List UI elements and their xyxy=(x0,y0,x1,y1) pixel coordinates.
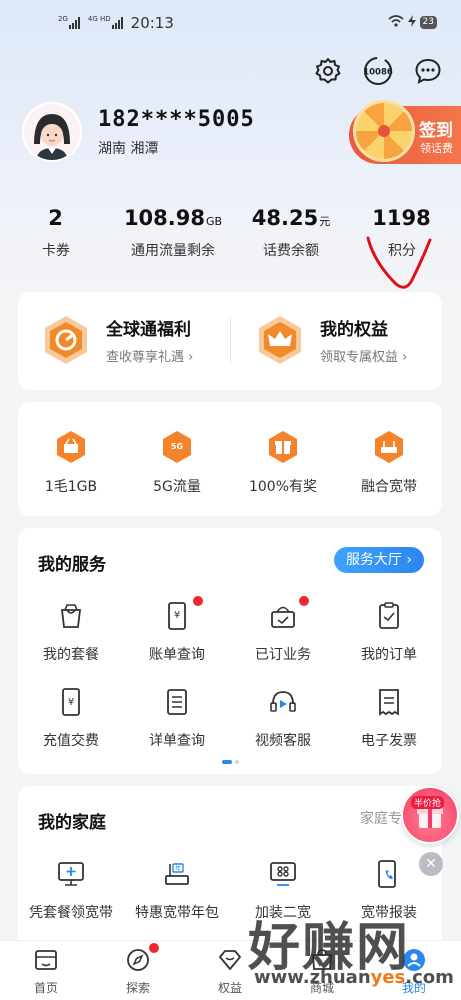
service-item[interactable]: ¥ 账单查询 xyxy=(124,596,230,664)
notification-dot xyxy=(149,943,159,953)
signal-4g-icon: 4G HD xyxy=(88,15,123,29)
clock: 20:13 xyxy=(130,14,174,32)
globe-badge-icon xyxy=(40,314,92,366)
promo-float-button[interactable]: 半价抢 xyxy=(401,786,459,844)
quick-item[interactable]: 1毛1GB xyxy=(18,430,124,496)
tab-mine[interactable]: 我的 xyxy=(368,947,460,996)
wifi-icon xyxy=(388,15,404,30)
charging-icon xyxy=(407,15,416,30)
account-stats: 2 卡券 108.98GB 通用流量剩余 48.25元 话费余额 1198 积分 xyxy=(0,206,461,266)
tab-home[interactable]: 首页 xyxy=(0,947,92,996)
prize-wheel-icon xyxy=(353,100,415,162)
divider xyxy=(230,318,231,364)
crown-badge-icon xyxy=(254,314,306,366)
home-icon xyxy=(33,947,59,973)
svg-text:年: 年 xyxy=(175,865,181,873)
5g-icon: 5G xyxy=(160,430,194,464)
diamond-icon xyxy=(217,947,243,973)
battery-icon: 23 xyxy=(419,16,437,29)
page-indicator xyxy=(222,760,239,764)
my-family-card: 我的家庭 家庭专 凭套餐领宽带 年 特惠宽带年包 加装二宽 宽带报装 xyxy=(18,786,442,956)
bottom-tab-bar: 首页 探索 权益 商城 我的 xyxy=(0,940,461,1000)
service-item[interactable]: 我的套餐 xyxy=(18,600,124,664)
quick-item[interactable]: 100%有奖 xyxy=(230,430,336,496)
family-item[interactable]: 凭套餐领宽带 xyxy=(18,858,124,922)
video-support-icon xyxy=(267,686,299,718)
bag-icon xyxy=(55,600,87,632)
service-item[interactable]: 详单查询 xyxy=(124,686,230,750)
signal-2g-icon: 2G xyxy=(58,15,80,29)
family-item[interactable]: 加装二宽 xyxy=(230,858,336,922)
router-year-icon: 年 xyxy=(161,858,193,890)
stat-balance[interactable]: 48.25元 话费余额 xyxy=(243,206,339,260)
region-label: 湖南 湘潭 xyxy=(98,140,159,157)
service-item[interactable]: 已订业务 xyxy=(230,596,336,664)
svg-text:¥: ¥ xyxy=(68,697,74,708)
welfare-global[interactable]: 全球通福利 查收尊享礼遇 › xyxy=(40,314,193,366)
message-icon[interactable] xyxy=(413,56,443,86)
avatar[interactable] xyxy=(24,104,80,160)
profile-header[interactable]: 182****5005 湖南 湘潭 xyxy=(24,104,255,160)
service-item[interactable]: 视频客服 xyxy=(230,686,336,750)
section-title: 我的家庭 xyxy=(38,813,106,833)
chevron-right-icon: › xyxy=(188,350,194,365)
gift-icon xyxy=(266,430,300,464)
basket-icon xyxy=(54,430,88,464)
signin-button[interactable]: 签到 领话费 xyxy=(349,100,461,164)
tab-explore[interactable]: 探索 xyxy=(92,943,184,996)
promo-close-button[interactable]: ✕ xyxy=(419,852,443,876)
stat-coupons[interactable]: 2 卡券 xyxy=(26,206,86,260)
hotline-10086-icon[interactable]: 10086 xyxy=(363,56,393,86)
service-hall-button[interactable]: 服务大厅 › xyxy=(333,547,424,573)
signin-subtitle: 领话费 xyxy=(420,142,453,155)
settings-icon[interactable] xyxy=(313,56,343,86)
service-item[interactable]: 电子发票 xyxy=(336,686,442,750)
invoice-icon xyxy=(373,686,405,718)
tab-rights[interactable]: 权益 xyxy=(184,947,276,996)
welfare-rights[interactable]: 我的权益 领取专属权益 › xyxy=(254,314,407,366)
detail-list-icon xyxy=(161,686,193,718)
family-zone-link[interactable]: 家庭专 xyxy=(360,808,402,828)
family-item[interactable]: 年 特惠宽带年包 xyxy=(124,858,230,922)
order-icon xyxy=(373,600,405,632)
svg-text:10086: 10086 xyxy=(363,68,393,78)
service-item[interactable]: ¥ 充值交费 xyxy=(18,686,124,750)
section-title: 我的服务 xyxy=(38,555,106,575)
phone-install-icon xyxy=(373,858,405,890)
compass-icon xyxy=(125,943,159,973)
status-bar: 2G 4G HD 20:13 23 xyxy=(0,0,461,48)
tab-shop[interactable]: 商城 xyxy=(276,947,368,996)
svg-text:5G: 5G xyxy=(171,442,183,451)
profile-icon xyxy=(401,947,427,973)
quick-item[interactable]: 融合宽带 xyxy=(336,430,442,496)
bill-icon: ¥ xyxy=(161,596,203,632)
shop-icon xyxy=(309,947,335,973)
welfare-card: 全球通福利 查收尊享礼遇 › 我的权益 领取专属权益 › xyxy=(18,292,442,390)
recharge-icon: ¥ xyxy=(55,686,87,718)
stat-points[interactable]: 1198 积分 xyxy=(362,206,442,260)
quick-item[interactable]: 5G 5G流量 xyxy=(124,430,230,496)
service-item[interactable]: 我的订单 xyxy=(336,600,442,664)
notification-dot xyxy=(299,596,309,606)
phone-number: 182****5005 xyxy=(98,106,255,132)
my-services-card: 我的服务 服务大厅 › 我的套餐 ¥ 账单查询 已订业务 我的订单 ¥ 充值交费… xyxy=(18,528,442,774)
svg-text:¥: ¥ xyxy=(174,610,180,621)
router-icon xyxy=(372,430,406,464)
chevron-right-icon: › xyxy=(402,350,408,365)
tv-box-icon xyxy=(267,858,299,890)
subscribed-icon xyxy=(267,596,309,632)
quick-offers-card: 1毛1GB 5G 5G流量 100%有奖 融合宽带 xyxy=(18,402,442,516)
monitor-plus-icon xyxy=(55,858,87,890)
chevron-right-icon: › xyxy=(406,552,412,568)
signin-title: 签到 xyxy=(419,121,453,141)
notification-dot xyxy=(193,596,203,606)
stat-data-remaining[interactable]: 108.98GB 通用流量剩余 xyxy=(118,206,228,260)
